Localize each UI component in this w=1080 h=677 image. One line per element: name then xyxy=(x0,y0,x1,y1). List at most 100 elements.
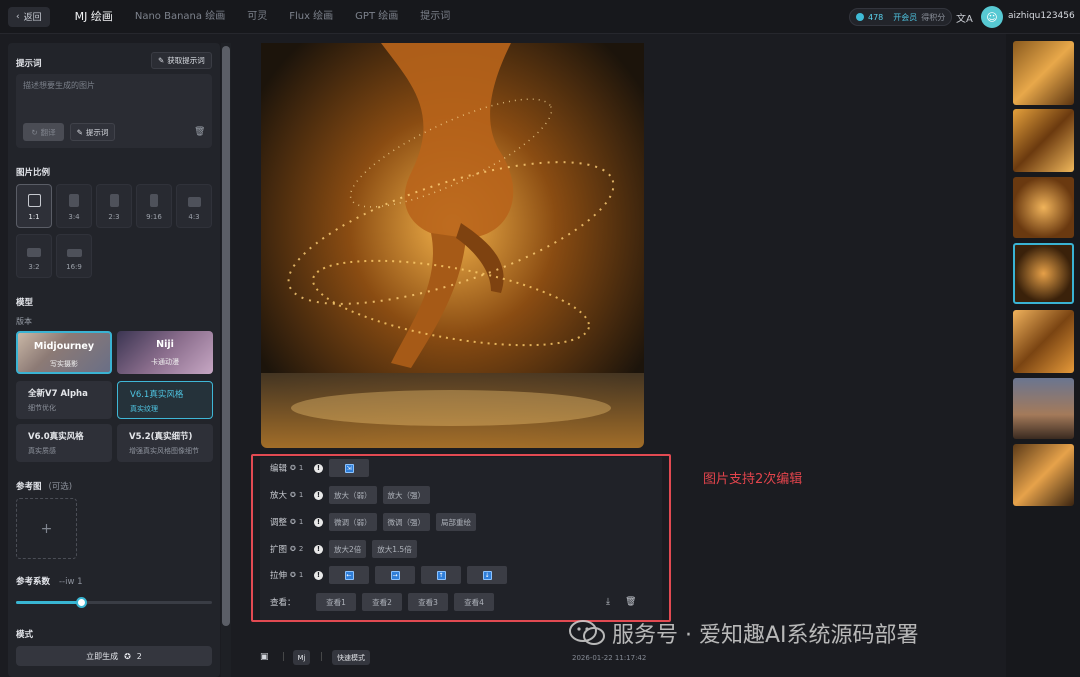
ratio-shape xyxy=(109,194,119,207)
get-prompt-button[interactable]: ✎ 获取提示词 xyxy=(151,52,212,69)
points-pill[interactable]: 478 开会员 得积分 xyxy=(849,8,953,26)
prompt-button[interactable]: ✎ 提示词 xyxy=(70,123,115,141)
tab-gpt[interactable]: GPT 绘画 xyxy=(344,0,409,34)
ratio-2-3[interactable]: 2:3 xyxy=(96,184,132,228)
mj-badge[interactable]: Mj xyxy=(293,650,310,665)
ratio-label: 1:1 xyxy=(28,213,40,221)
wechat-icon xyxy=(569,620,605,645)
trash-icon[interactable]: 🗑 xyxy=(194,127,205,137)
reference-optional: (可选) xyxy=(48,482,73,492)
translate-button[interactable]: ↻ 翻译 xyxy=(23,123,64,141)
ratio-title: 图片比例 xyxy=(16,168,51,178)
translate-btn-icon: ↻ xyxy=(31,127,38,137)
history-thumb[interactable] xyxy=(1013,310,1074,373)
coef-value: --iw 1 xyxy=(58,577,83,587)
earn-link[interactable]: 得积分 xyxy=(921,12,945,23)
generated-image[interactable] xyxy=(261,43,644,448)
ratio-shape xyxy=(66,249,82,257)
history-thumb[interactable] xyxy=(1013,378,1074,439)
ratio-9-16[interactable]: 9:16 xyxy=(136,184,172,228)
ratio-label: 16:9 xyxy=(66,263,82,271)
scrollbar-thumb[interactable] xyxy=(222,46,230,626)
watermark-text: 服务号 · 爱知趣AI系统源码部署 xyxy=(612,623,919,648)
tab-prompts[interactable]: 提示词 xyxy=(409,0,461,34)
version-card-v61[interactable]: V6.1真实风格 真实纹理 xyxy=(117,381,213,419)
ratio-1-1[interactable]: 1:1 xyxy=(16,184,52,228)
version-card-v52[interactable]: V5.2(真实细节) 增强真实风格图像细节 xyxy=(117,424,213,462)
back-label: 返回 xyxy=(23,13,42,23)
fast-mode-toggle[interactable]: 快速模式 xyxy=(332,650,370,665)
model-title: 模型 xyxy=(16,298,34,308)
tab-mj[interactable]: MJ 绘画 xyxy=(64,0,124,34)
tab-keling[interactable]: 可灵 xyxy=(236,0,278,34)
ratio-label: 3:2 xyxy=(28,263,40,271)
points-count: 478 xyxy=(868,12,884,22)
version-card-title: V6.1真实风格 xyxy=(130,390,184,400)
divider: | xyxy=(320,652,324,662)
vip-link[interactable]: 开会员 xyxy=(893,12,917,23)
history-thumb[interactable] xyxy=(1013,41,1074,105)
history-thumb[interactable] xyxy=(1013,177,1074,238)
timestamp: 2026-01-22 11:17:42 xyxy=(572,654,647,662)
nav-tabs: MJ 绘画 Nano Banana 绘画 可灵 Flux 绘画 GPT 绘画 提… xyxy=(64,0,462,34)
ratio-shape xyxy=(27,194,41,207)
translate-label: 翻译 xyxy=(40,127,56,137)
avatar[interactable]: ☺ xyxy=(981,6,1003,28)
ratio-label: 3:4 xyxy=(68,213,80,221)
model-card-subtitle: 卡通动漫 xyxy=(151,358,179,366)
ratio-shape xyxy=(187,197,201,207)
chevron-left-icon: ‹ xyxy=(16,11,20,22)
tab-nano-banana[interactable]: Nano Banana 绘画 xyxy=(124,0,236,34)
version-card-title: V6.0真实风格 xyxy=(28,432,84,442)
prompt-button-label: 提示词 xyxy=(85,127,109,137)
ratio-3-2[interactable]: 3:2 xyxy=(16,234,52,278)
reference-title-text: 参考图 xyxy=(16,482,42,492)
ratio-16-9[interactable]: 16:9 xyxy=(56,234,92,278)
ratio-3-4[interactable]: 3:4 xyxy=(56,184,92,228)
ratio-label: 2:3 xyxy=(108,213,120,221)
version-card-subtitle: 真实质感 xyxy=(28,447,56,455)
prompt-title: 提示词 xyxy=(16,59,42,69)
version-card-v60[interactable]: V6.0真实风格 真实质感 xyxy=(16,424,112,462)
dancer-image-art xyxy=(261,43,644,448)
prompt-placeholder: 描述想要生成的图片 xyxy=(23,81,95,90)
version-card-v7[interactable]: 全新V7 Alpha 细节优化 xyxy=(16,381,112,419)
reference-title: 参考图 (可选) xyxy=(16,480,72,492)
annotation-highlight-box xyxy=(251,454,671,622)
divider: | xyxy=(282,652,286,662)
version-card-subtitle: 真实纹理 xyxy=(130,405,158,413)
ratio-label: 9:16 xyxy=(146,213,162,221)
coin-icon: ✪ xyxy=(124,651,131,661)
slider-knob[interactable] xyxy=(75,597,87,608)
username: aizhiqu123456 xyxy=(1008,11,1075,21)
watermark: 服务号 · 爱知趣AI系统源码部署 xyxy=(568,617,919,649)
history-thumb[interactable] xyxy=(1013,444,1074,506)
generate-button[interactable]: 立即生成 ✪ 2 xyxy=(16,646,212,666)
history-thumb-selected[interactable] xyxy=(1013,243,1074,304)
coef-title: 参考系数 --iw 1 xyxy=(16,575,83,587)
ratio-label: 4:3 xyxy=(188,213,200,221)
version-card-title: V5.2(真实细节) xyxy=(129,432,193,442)
get-prompt-label: 获取提示词 xyxy=(167,56,205,65)
generate-cost: 2 xyxy=(136,651,142,661)
plus-icon: + xyxy=(40,520,53,537)
model-card-title: Niji xyxy=(156,339,174,350)
coef-slider[interactable] xyxy=(16,597,212,608)
translate-icon[interactable]: 文A xyxy=(956,10,973,25)
image-icon[interactable]: ▣ xyxy=(260,652,269,662)
model-card-niji[interactable]: Niji 卡通动漫 xyxy=(117,331,213,374)
reference-upload[interactable]: + xyxy=(16,498,77,559)
annotation-text: 图片支持2次编辑 xyxy=(703,472,803,487)
ratio-4-3[interactable]: 4:3 xyxy=(176,184,212,228)
tab-flux[interactable]: Flux 绘画 xyxy=(278,0,344,34)
ratio-shape xyxy=(27,248,41,257)
version-label: 版本 xyxy=(16,317,32,326)
wand-icon: ✎ xyxy=(76,127,83,137)
back-button[interactable]: ‹ 返回 xyxy=(8,6,50,27)
version-card-title: 全新V7 Alpha xyxy=(28,389,88,399)
history-thumb[interactable] xyxy=(1013,109,1074,172)
model-card-midjourney[interactable]: Midjourney 写实摄影 xyxy=(16,331,112,374)
ratio-shape xyxy=(150,194,158,207)
slider-fill xyxy=(16,601,81,604)
model-card-title: Midjourney xyxy=(33,341,95,352)
